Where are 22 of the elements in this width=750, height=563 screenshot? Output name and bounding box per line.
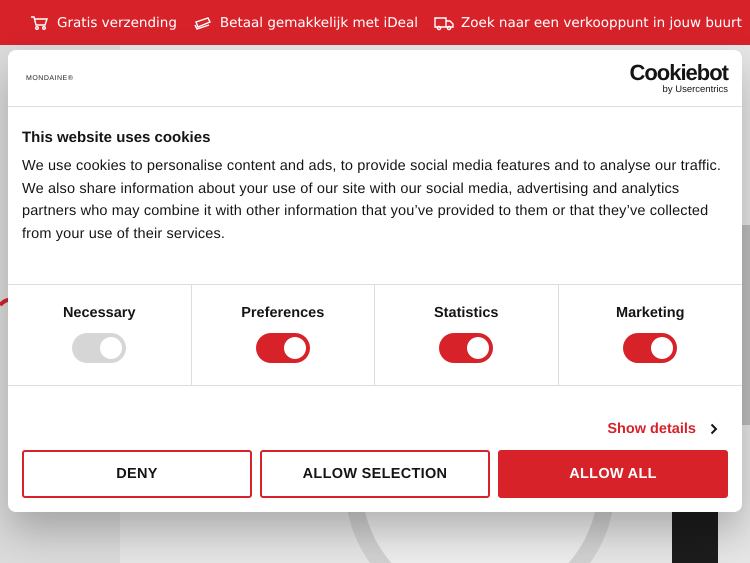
provider-byline: by Usercentrics [662, 84, 728, 94]
provider-logo: Cookiebot [629, 62, 728, 84]
cart-icon [30, 14, 50, 30]
category-label: Marketing [616, 305, 684, 321]
dialog-title: This website uses cookies [22, 129, 212, 146]
category-label: Preferences [241, 305, 324, 321]
promo-text: Gratis verzending [57, 14, 177, 30]
show-details-link[interactable]: Show details [607, 408, 718, 450]
chevron-icon [710, 423, 718, 435]
toggle-switch[interactable] [623, 333, 678, 363]
toggle-switch[interactable] [256, 333, 310, 363]
promo-text: Betaal gemakkelijk met iDeal [220, 14, 418, 30]
dialog-body: We use cookies to personalise content and ads, to provide social media features and to analyse our traffic. We also share information about your use of our site with our social media, advertising and analytics partners who may combine it with other information that you’ve provided to them or that they’ve collected from your use of their services. [22, 157, 722, 244]
consent-button[interactable]: DENY [22, 450, 252, 498]
banknotes-icon [192, 14, 213, 30]
promo-text: Zoek naar een verkooppunt in jouw buurt [461, 14, 742, 30]
category-label: Statistics [434, 305, 498, 321]
consent-button[interactable]: ALLOW ALL [498, 450, 728, 498]
toggle-switch[interactable] [439, 333, 494, 363]
category-label: Necessary [62, 305, 136, 321]
consent-button[interactable]: ALLOW SELECTION [260, 450, 490, 498]
truck-icon [434, 14, 454, 30]
